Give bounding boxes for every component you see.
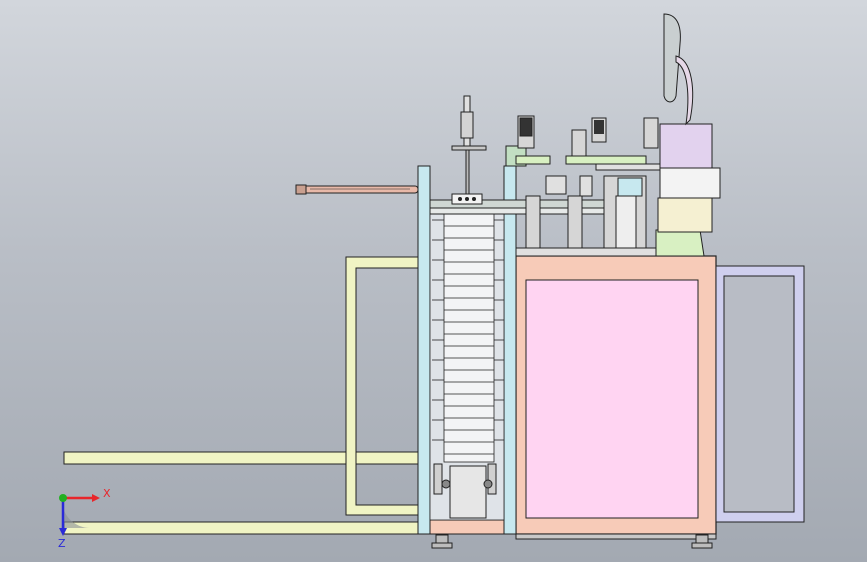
cad-viewport[interactable]: X Z bbox=[0, 0, 867, 562]
sensor-small bbox=[579, 175, 593, 197]
top-purple-unit bbox=[659, 123, 713, 169]
triad-x-arrow bbox=[92, 494, 100, 502]
push-rod-end bbox=[295, 184, 307, 195]
cabinet-bottom-plate bbox=[515, 533, 717, 540]
cabinet-door-pink bbox=[525, 279, 699, 519]
lower-base-rail bbox=[63, 521, 421, 535]
lower-plate bbox=[515, 247, 657, 257]
push-rod bbox=[297, 185, 419, 194]
column-3-top bbox=[617, 177, 643, 197]
upper-vertical-shaft bbox=[465, 149, 470, 195]
conveyor-base bbox=[429, 519, 505, 535]
top-cylinder-right bbox=[643, 117, 659, 149]
conveyor-outer-left bbox=[417, 165, 431, 535]
left-yellow-frame bbox=[345, 256, 421, 516]
upper-base-rail bbox=[63, 451, 421, 465]
triad-z-label: Z bbox=[58, 537, 66, 550]
feeder-plate bbox=[515, 155, 551, 165]
ramp-plate bbox=[659, 167, 721, 199]
conveyor-outer-right bbox=[503, 165, 517, 535]
conveyor-drive-right-roller bbox=[487, 463, 497, 495]
axis-triad: X Z bbox=[58, 487, 111, 550]
feeder-cylinder-1-cap bbox=[519, 117, 533, 137]
slide-arm bbox=[595, 163, 661, 171]
conveyor-drive-block bbox=[449, 465, 487, 519]
conveyor-drive-left-roller bbox=[433, 463, 443, 495]
right-door-window bbox=[723, 275, 795, 513]
column-3-inner bbox=[615, 195, 637, 249]
column-1 bbox=[525, 195, 541, 255]
mid-plate bbox=[565, 155, 647, 165]
column-2 bbox=[567, 195, 583, 255]
sensor-block bbox=[545, 175, 567, 195]
triad-x-label: X bbox=[103, 487, 111, 500]
ramp-slope bbox=[657, 197, 713, 233]
drive-wheel-right bbox=[483, 479, 493, 489]
triad-y-origin bbox=[59, 494, 67, 502]
upper-cylinder-body bbox=[460, 111, 474, 139]
machine-drawing: X Z bbox=[58, 13, 805, 550]
mid-cylinder-a bbox=[571, 129, 587, 159]
top-guide-beam-2 bbox=[429, 207, 611, 215]
mid-cylinder-b-cap bbox=[594, 120, 604, 134]
upper-crossbar bbox=[451, 145, 487, 151]
ramp-wedge bbox=[655, 229, 705, 257]
drive-wheel-left bbox=[441, 479, 451, 489]
